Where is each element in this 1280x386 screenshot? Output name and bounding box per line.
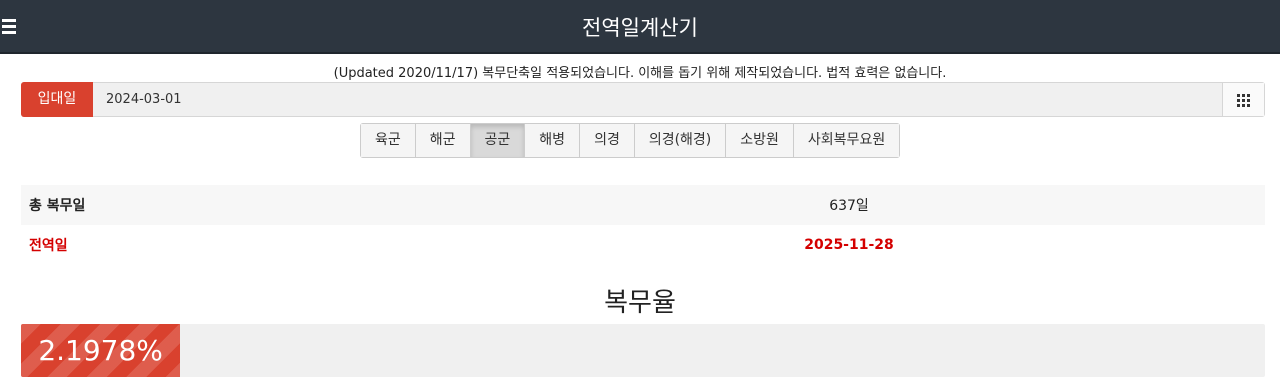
branch-tab[interactable]: 의경(해경) [634, 124, 727, 157]
app-title: 전역일계산기 [582, 16, 698, 40]
service-rate-bar: 2.1978% [21, 324, 181, 377]
branch-tab[interactable]: 의경 [580, 124, 635, 157]
update-notice: (Updated 2020/11/17) 복무단축일 적용되었습니다. 이해를 … [333, 66, 947, 81]
enlistment-date-group: 입대일 [21, 82, 1265, 117]
branch-tab[interactable]: 사회복무요원 [793, 124, 900, 157]
total-service-row: 총 복무일 637일 [21, 185, 1265, 225]
discharge-date-label: 전역일 [29, 238, 68, 254]
enlistment-date-label: 입대일 [21, 82, 93, 117]
total-service-label: 총 복무일 [29, 198, 86, 214]
branch-tab[interactable]: 소방원 [726, 124, 794, 157]
calendar-grid-icon [1237, 94, 1250, 107]
branch-tab[interactable]: 해군 [415, 124, 471, 157]
branch-tab[interactable]: 공군 [470, 124, 526, 157]
branch-tab[interactable]: 육군 [361, 124, 416, 157]
branch-selector: 육군 해군 공군 해병 의경 의경(해경) 소방원 사회복무요원 [360, 123, 901, 158]
top-navbar: 전역일계산기 [0, 0, 1280, 54]
enlistment-date-input[interactable] [94, 83, 1224, 116]
branch-tab[interactable]: 해병 [525, 124, 581, 157]
total-service-value: 637일 [829, 198, 869, 214]
service-rate-progress: 2.1978% [21, 324, 1265, 377]
calendar-button[interactable] [1222, 83, 1264, 116]
discharge-date-row: 전역일 2025-11-28 [21, 225, 1265, 265]
discharge-date-value: 2025-11-28 [804, 237, 894, 253]
service-rate-title: 복무율 [604, 288, 676, 318]
result-table: 총 복무일 637일 전역일 2025-11-28 [21, 185, 1265, 265]
